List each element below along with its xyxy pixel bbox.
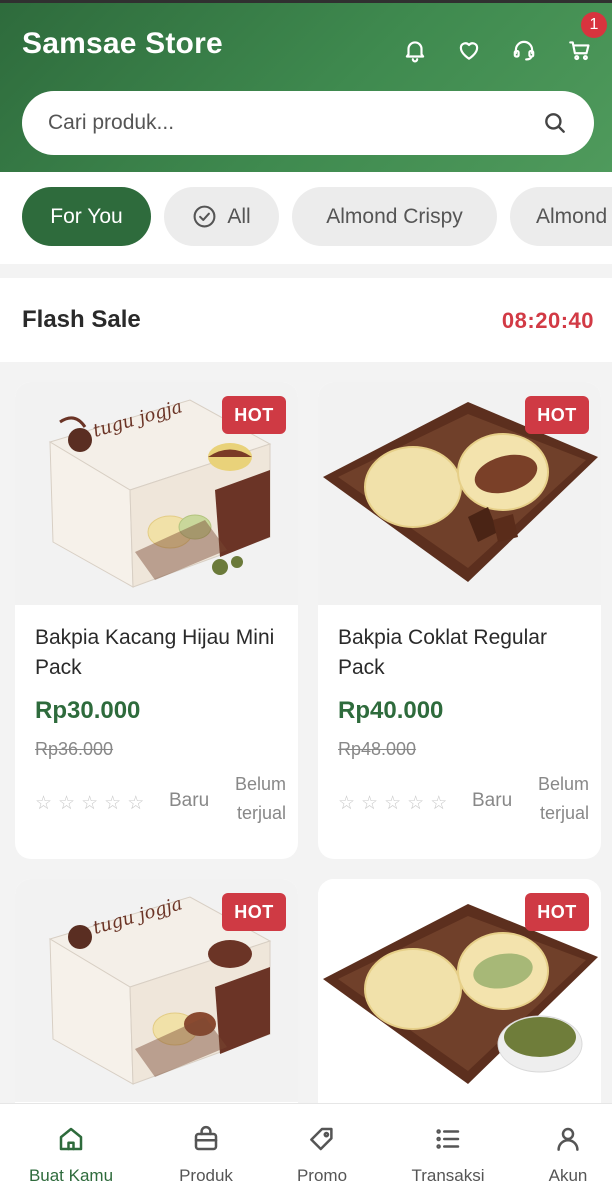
product-image: tugu jogja HOT [15, 879, 298, 1102]
nav-akun[interactable]: Akun [530, 1104, 606, 1198]
cart-count-badge: 1 [581, 12, 607, 38]
flash-sale-title: Flash Sale [22, 306, 141, 333]
hot-badge: HOT [525, 396, 589, 434]
chip-for-you[interactable]: For You [22, 187, 151, 246]
chip-label: All [227, 204, 251, 228]
search-icon[interactable] [542, 110, 568, 136]
star-icon: ☆ [104, 793, 122, 814]
hot-badge: HOT [525, 893, 589, 931]
star-icon: ☆ [127, 793, 145, 814]
product-card[interactable]: HOT [318, 879, 601, 1119]
star-icon: ☆ [58, 793, 76, 814]
search-bar[interactable] [22, 91, 594, 155]
rating-stars: ☆ ☆ ☆ ☆ ☆ [338, 792, 447, 815]
nav-promo[interactable]: Promo [280, 1104, 364, 1198]
star-icon: ☆ [407, 793, 425, 814]
hot-badge: HOT [222, 893, 286, 931]
flash-sale-header: Flash Sale 08:20:40 [0, 278, 612, 362]
product-price: Rp40.000 [338, 697, 444, 724]
cart-icon[interactable] [563, 33, 597, 67]
star-icon: ☆ [361, 793, 379, 814]
chip-almond-crispy[interactable]: Almond Crispy [292, 187, 497, 246]
nav-buat-kamu[interactable]: Buat Kamu [20, 1104, 122, 1198]
nav-label: Produk [179, 1166, 233, 1185]
product-sold: Belum terjual [537, 774, 589, 823]
app-header: Samsae Store 1 [0, 0, 612, 172]
star-icon: ☆ [338, 793, 356, 814]
star-icon: ☆ [384, 793, 402, 814]
bell-icon[interactable] [398, 33, 432, 67]
chip-almond[interactable]: Almond [510, 187, 612, 246]
product-name: Bakpia Kacang Hijau Mini Pack [35, 626, 275, 679]
star-icon: ☆ [430, 793, 448, 814]
rating-stars: ☆ ☆ ☆ ☆ ☆ [35, 792, 144, 815]
product-image: HOT [318, 382, 601, 605]
bag-icon [194, 1125, 218, 1151]
category-chips: For You All Almond Crispy Almond [0, 172, 612, 264]
search-input[interactable] [48, 111, 542, 135]
star-icon: ☆ [35, 793, 53, 814]
chip-label: Almond [536, 204, 608, 228]
product-name: Bakpia Coklat Regular Pack [338, 626, 547, 679]
product-card[interactable]: HOT Bakpia Coklat Regular Pack Rp40.000 … [318, 382, 601, 859]
chip-label: Almond Crispy [326, 204, 463, 228]
headset-icon[interactable] [507, 33, 541, 67]
product-image: tugu jogja HOT [15, 382, 298, 605]
nav-label: Akun [548, 1166, 588, 1185]
flash-sale-timer: 08:20:40 [501, 308, 594, 333]
product-old-price: Rp36.000 [35, 739, 114, 759]
product-old-price: Rp48.000 [338, 739, 417, 759]
bottom-navigation: Buat Kamu Produk Promo Transaksi Akun [0, 1103, 612, 1198]
tag-icon [310, 1127, 333, 1151]
user-icon [557, 1127, 579, 1151]
product-price: Rp30.000 [35, 697, 141, 724]
nav-produk[interactable]: Produk [160, 1104, 252, 1198]
nav-label: Transaksi [411, 1166, 485, 1185]
star-icon: ☆ [81, 793, 99, 814]
product-status: Baru [169, 790, 210, 811]
product-card[interactable]: tugu jogja HOT [15, 879, 298, 1119]
product-image: HOT [318, 879, 601, 1102]
product-card[interactable]: tugu jogja HOT Bakpia Kacang Hijau Mini … [15, 382, 298, 859]
store-title: Samsae Store [22, 27, 223, 60]
chip-all[interactable]: All [164, 187, 279, 246]
heart-icon[interactable] [452, 33, 486, 67]
nav-label: Buat Kamu [28, 1166, 114, 1185]
hot-badge: HOT [222, 396, 286, 434]
home-icon [59, 1127, 83, 1151]
chip-label: For You [50, 204, 123, 228]
nav-transaksi[interactable]: Transaksi [398, 1104, 498, 1198]
nav-label: Promo [296, 1166, 348, 1185]
check-circle-icon [193, 205, 216, 228]
product-sold: Belum terjual [234, 774, 286, 823]
list-icon [436, 1129, 460, 1149]
product-status: Baru [472, 790, 513, 811]
